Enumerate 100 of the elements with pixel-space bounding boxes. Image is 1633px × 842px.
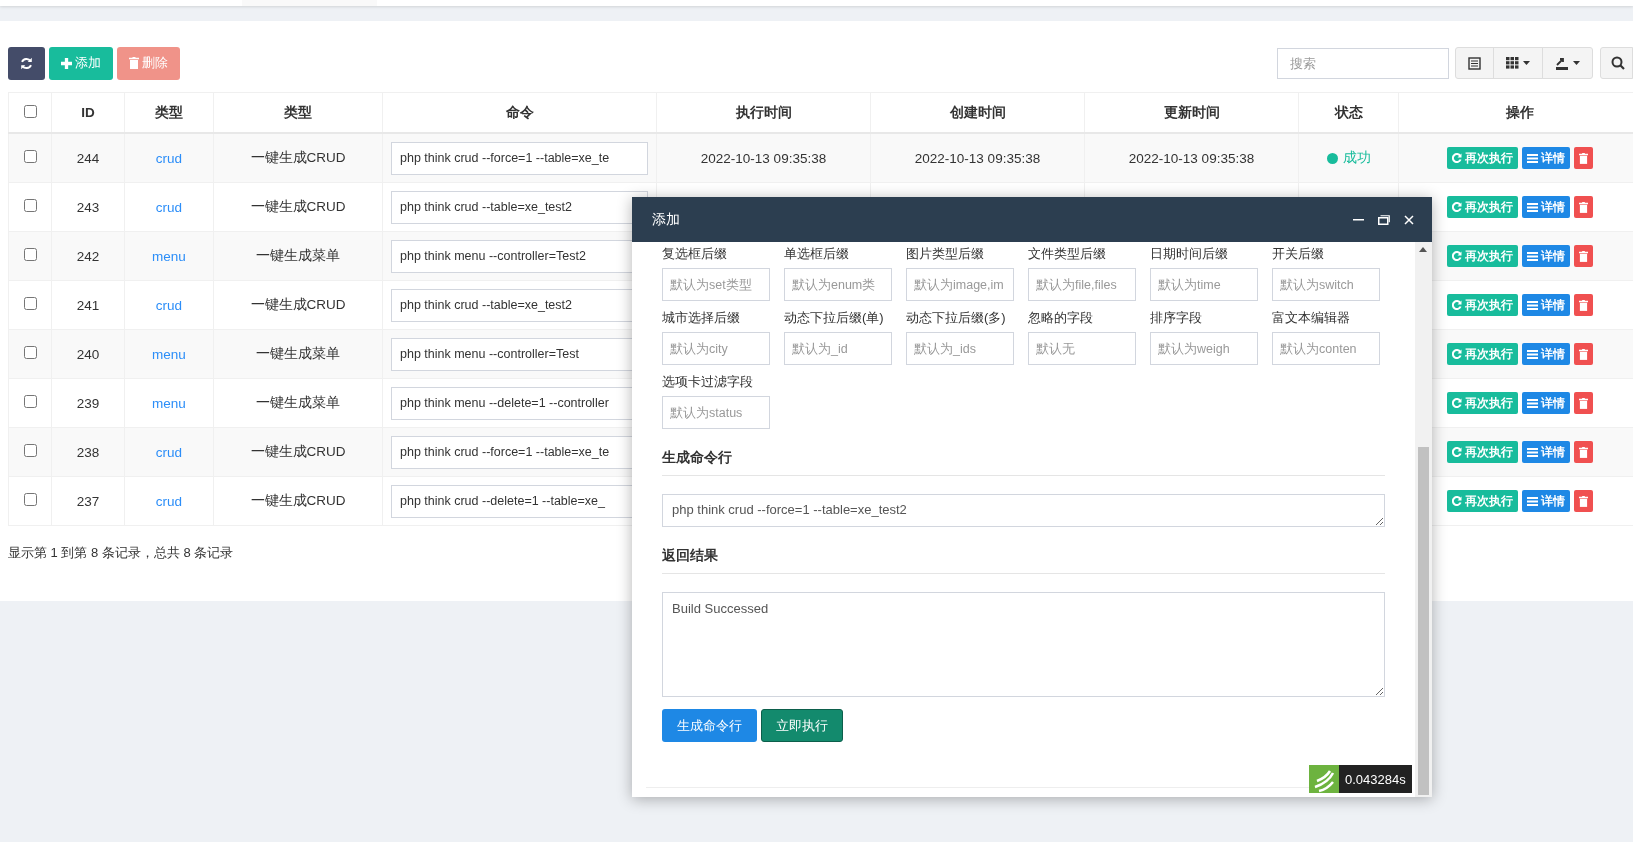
table-cell: 244 xyxy=(51,133,125,183)
detail-button[interactable]: 详情 xyxy=(1521,294,1570,316)
columns-dropdown-button[interactable] xyxy=(1493,47,1543,79)
field-label: 富文本编辑器 xyxy=(1272,309,1351,327)
close-icon[interactable] xyxy=(1404,214,1414,225)
row-checkbox[interactable] xyxy=(23,297,37,310)
rerun-button[interactable]: 再次执行 xyxy=(1446,245,1518,267)
delete-row-button[interactable] xyxy=(1573,294,1593,316)
maximize-icon[interactable] xyxy=(1378,214,1390,225)
field-label: 排序字段 xyxy=(1150,309,1203,327)
list-icon xyxy=(1526,251,1538,261)
type-link[interactable]: crud xyxy=(155,297,183,313)
row-checkbox[interactable] xyxy=(23,199,37,212)
list-icon xyxy=(1526,447,1538,457)
search-icon xyxy=(1611,56,1625,70)
type-link[interactable]: crud xyxy=(155,444,183,460)
export-dropdown-button[interactable] xyxy=(1542,47,1593,79)
input-field[interactable]: 默认为_id xyxy=(784,332,892,365)
detail-button[interactable]: 详情 xyxy=(1521,392,1570,414)
minimize-icon[interactable] xyxy=(1353,218,1364,221)
detail-button[interactable]: 详情 xyxy=(1521,245,1570,267)
pagination-info: 显示第 1 到第 8 条记录，总共 8 条记录 xyxy=(8,544,234,562)
scrollbar[interactable] xyxy=(1415,242,1432,797)
text-area[interactable]: php think crud --force=1 --table=xe_test2 xyxy=(662,494,1385,527)
type-link[interactable]: crud xyxy=(155,199,183,215)
detail-button[interactable]: 详情 xyxy=(1521,490,1570,512)
row-checkbox[interactable] xyxy=(23,444,37,457)
delete-row-button[interactable] xyxy=(1573,441,1593,463)
input-field[interactable]: 默认为set类型 xyxy=(662,268,770,301)
execute-button[interactable]: 立即执行 xyxy=(761,709,843,742)
detail-button[interactable]: 详情 xyxy=(1521,441,1570,463)
input-field[interactable]: 默认为enum类 xyxy=(784,268,892,301)
field-label: 动态下拉后缀(多) xyxy=(906,309,1007,327)
table-cell: 240 xyxy=(51,329,125,379)
rerun-button[interactable]: 再次执行 xyxy=(1446,147,1518,169)
list-icon xyxy=(1526,202,1538,212)
command-field[interactable]: php think crud --force=1 --table=xe_te xyxy=(391,141,648,175)
type-link[interactable]: menu xyxy=(152,346,186,362)
input-field[interactable]: 默认为conten xyxy=(1272,332,1380,365)
rerun-button[interactable]: 再次执行 xyxy=(1446,441,1518,463)
rerun-button[interactable]: 再次执行 xyxy=(1446,196,1518,218)
rerun-button[interactable]: 再次执行 xyxy=(1446,392,1518,414)
table-cell: 一键生成菜单 xyxy=(213,231,383,281)
list-icon xyxy=(1526,398,1538,408)
input-field[interactable]: 默认为image,im xyxy=(906,268,1014,301)
rerun-button[interactable]: 再次执行 xyxy=(1446,343,1518,365)
detail-button[interactable]: 详情 xyxy=(1521,196,1570,218)
generate-button[interactable]: 生成命令行 xyxy=(662,709,757,742)
scrollbar-thumb[interactable] xyxy=(1418,447,1429,795)
row-checkbox[interactable] xyxy=(23,395,37,408)
type-link[interactable]: menu xyxy=(152,395,186,411)
trash-icon xyxy=(1578,495,1588,507)
search-field[interactable]: 搜索 xyxy=(1277,47,1449,79)
delete-row-button[interactable] xyxy=(1573,245,1593,267)
row-checkbox[interactable] xyxy=(23,150,37,163)
table-cell: 一键生成CRUD xyxy=(213,427,383,477)
row-checkbox[interactable] xyxy=(23,493,37,506)
type-link[interactable]: menu xyxy=(152,248,186,264)
list-icon xyxy=(1468,56,1481,70)
field-label: 单选框后缀 xyxy=(784,245,850,263)
row-checkbox[interactable] xyxy=(23,248,37,261)
command-field[interactable]: php think crud --table=xe_test2 xyxy=(391,190,648,224)
delete-row-button[interactable] xyxy=(1573,392,1593,414)
delete-row-button[interactable] xyxy=(1573,196,1593,218)
detail-button[interactable]: 详情 xyxy=(1521,147,1570,169)
input-field[interactable]: 默认为weigh xyxy=(1150,332,1258,365)
redo-icon xyxy=(1451,251,1462,261)
delete-row-button[interactable] xyxy=(1573,343,1593,365)
rerun-button[interactable]: 再次执行 xyxy=(1446,490,1518,512)
search-button[interactable] xyxy=(1600,47,1633,79)
caret-icon xyxy=(1523,61,1530,65)
delete-row-button[interactable] xyxy=(1573,490,1593,512)
refresh-button[interactable] xyxy=(8,46,45,80)
delete-row-button[interactable] xyxy=(1573,147,1593,169)
row-checkbox[interactable] xyxy=(23,346,37,359)
type-link[interactable]: crud xyxy=(155,150,183,166)
toggle-view-button[interactable] xyxy=(1455,47,1494,79)
field-label: 复选框后缀 xyxy=(662,245,728,263)
text-area[interactable]: Build Successed xyxy=(662,592,1385,697)
input-field[interactable]: 默认为switch xyxy=(1272,268,1380,301)
grid-icon xyxy=(1506,57,1519,69)
list-icon xyxy=(1526,496,1538,506)
rerun-button[interactable]: 再次执行 xyxy=(1446,294,1518,316)
field-label: 图片类型后缀 xyxy=(906,245,985,263)
flame-logo-icon xyxy=(1309,765,1339,793)
scroll-up-icon[interactable] xyxy=(1419,247,1427,252)
plus-icon xyxy=(61,57,72,69)
caret-icon xyxy=(1573,61,1580,65)
input-field[interactable]: 默认无 xyxy=(1028,332,1136,365)
input-field[interactable]: 默认为time xyxy=(1150,268,1258,301)
select-all-checkbox[interactable] xyxy=(23,104,37,118)
section-heading: 生成命令行 xyxy=(662,441,1385,476)
input-field[interactable]: 默认为city xyxy=(662,332,770,365)
add-button[interactable]: 添加 xyxy=(49,46,113,80)
input-field[interactable]: 默认为status xyxy=(662,396,770,429)
type-link[interactable]: crud xyxy=(155,493,183,509)
table-cell: 一键生成CRUD xyxy=(213,182,383,232)
detail-button[interactable]: 详情 xyxy=(1521,343,1570,365)
input-field[interactable]: 默认为file,files xyxy=(1028,268,1136,301)
input-field[interactable]: 默认为_ids xyxy=(906,332,1014,365)
